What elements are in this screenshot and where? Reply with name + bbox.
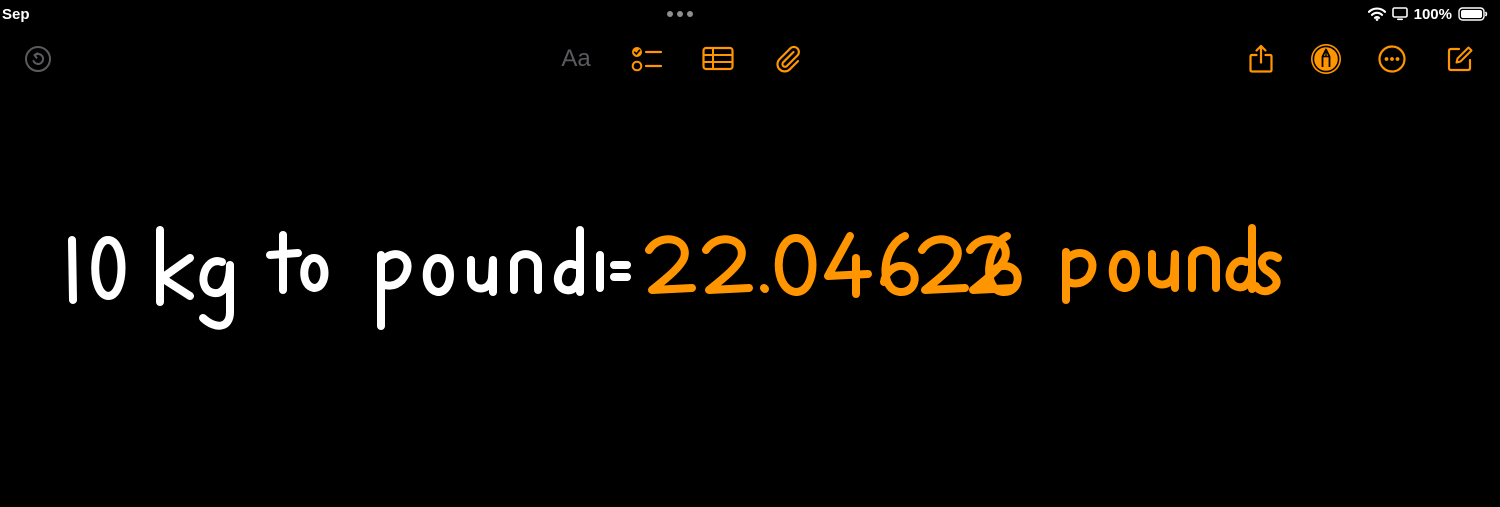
format-text-icon: Aa [561,45,591,72]
battery-percent: 100% [1413,5,1452,23]
math-result-strokes [645,224,1282,304]
screen-mirroring-icon [1391,7,1408,21]
markup-button[interactable] [1304,36,1348,82]
more-button[interactable] [1370,36,1414,82]
status-right-group: 100% [1367,5,1488,23]
wifi-icon [1367,7,1386,21]
format-text-button[interactable]: Aa [554,36,598,82]
status-bar: Sep 100% [0,0,1500,28]
checklist-button[interactable] [625,36,669,82]
multitasking-dots-icon[interactable] [667,11,693,17]
paperclip-icon [776,45,800,73]
status-time: Sep [2,6,30,23]
share-button[interactable] [1239,36,1283,82]
checklist-icon [631,47,663,72]
share-icon [1249,44,1273,73]
more-icon [1378,45,1406,73]
handwriting-layer [68,224,1282,330]
table-icon [702,46,734,71]
markup-pen-icon [1311,44,1341,74]
note-canvas[interactable]: 10 kg to pounds = 22.046226 pounds [0,90,1500,502]
undo-redo-circle-icon [25,46,51,72]
undo-button[interactable] [16,36,60,82]
handwritten-expression-strokes [68,226,631,330]
attachment-button[interactable] [766,36,810,82]
compose-icon [1447,46,1473,72]
battery-icon [1458,7,1488,21]
compose-button[interactable] [1438,36,1482,82]
notes-toolbar: Aa [0,36,1500,84]
table-button[interactable] [696,36,740,82]
